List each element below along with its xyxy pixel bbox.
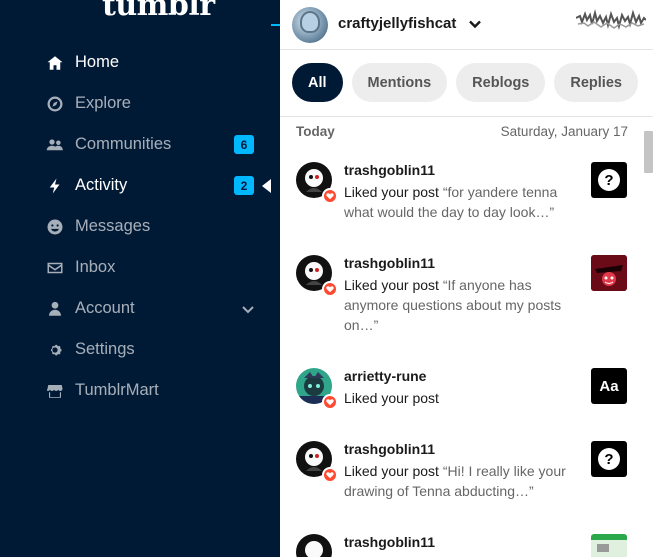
divider <box>280 116 653 117</box>
notification-text: Liked your post “for yandere tenna what … <box>344 182 574 222</box>
blog-selector-name[interactable]: craftyjellyfishcat <box>338 15 456 32</box>
avatar[interactable] <box>296 534 332 557</box>
activity-panel: craftyjellyfishcat All Mentions Reblogs … <box>280 0 653 557</box>
activity-badge: 2 <box>234 176 254 195</box>
heart-icon <box>322 394 338 410</box>
notification-username[interactable]: trashgoblin11 <box>344 255 435 271</box>
tumblr-app: tumblr Home Explore Communities 6 Activi… <box>0 0 653 557</box>
sidebar-item-label: Home <box>75 53 120 71</box>
gear-icon <box>46 341 64 359</box>
notification-username[interactable]: trashgoblin11 <box>344 162 435 178</box>
blog-header-graphic <box>575 6 647 32</box>
filter-reblogs[interactable]: Reblogs <box>456 63 546 102</box>
post-thumbnail[interactable] <box>591 255 627 291</box>
smiley-icon <box>46 218 64 236</box>
sidebar-item-home[interactable]: Home <box>0 42 271 83</box>
filter-replies[interactable]: Replies <box>554 63 638 102</box>
post-thumbnail[interactable]: ? <box>591 162 627 198</box>
top-accent <box>271 24 280 26</box>
sidebar-item-inbox[interactable]: Inbox <box>0 247 271 288</box>
notification-username[interactable]: trashgoblin11 <box>344 534 435 550</box>
sidebar-item-tumblrmart[interactable]: TumblrMart <box>0 370 271 411</box>
notification-username[interactable]: trashgoblin11 <box>344 441 435 457</box>
person-icon <box>46 300 64 318</box>
date-label: Saturday, January 17 <box>500 124 628 139</box>
day-label: Today <box>296 124 335 139</box>
sidebar-item-label: Settings <box>75 340 135 358</box>
text-aa-icon: Aa <box>599 377 619 395</box>
sidebar-nav: Home Explore Communities 6 Activity 2 Me… <box>0 42 271 411</box>
compass-icon <box>46 95 64 113</box>
filter-mentions[interactable]: Mentions <box>351 63 448 102</box>
sidebar-item-label: Inbox <box>75 258 116 276</box>
heart-icon <box>322 467 338 483</box>
sidebar-item-label: Activity <box>75 176 128 194</box>
sidebar-item-settings[interactable]: Settings <box>0 329 271 370</box>
scrollbar-thumb[interactable] <box>644 131 653 173</box>
people-icon <box>46 136 64 154</box>
notification-username[interactable]: arrietty-rune <box>344 368 426 384</box>
sidebar-item-label: Account <box>75 299 135 317</box>
post-thumbnail[interactable]: Aa <box>591 368 627 404</box>
lightning-icon <box>46 177 64 195</box>
sidebar-item-activity[interactable]: Activity 2 <box>0 165 271 206</box>
sidebar-item-label: Explore <box>75 94 131 112</box>
notification-action: Liked your post <box>344 463 439 479</box>
notification-text: Liked your post <box>344 388 574 408</box>
notification-text: Liked your post “Hi! I really like your … <box>344 461 574 501</box>
blog-avatar[interactable] <box>292 7 328 43</box>
active-indicator <box>262 178 271 193</box>
sidebar-item-account[interactable]: Account <box>0 288 271 329</box>
sidebar-item-label: Messages <box>75 217 151 235</box>
sidebar-item-label: TumblrMart <box>75 381 159 399</box>
activity-header: craftyjellyfishcat <box>280 0 653 50</box>
post-thumbnail[interactable]: ? <box>591 441 627 477</box>
notification-action: Liked your post <box>344 277 439 293</box>
post-thumbnail[interactable] <box>591 534 627 557</box>
question-icon: ? <box>598 169 620 191</box>
chevron-down-icon[interactable] <box>240 301 256 317</box>
sidebar-item-explore[interactable]: Explore <box>0 83 271 124</box>
sidebar: tumblr Home Explore Communities 6 Activi… <box>0 0 271 557</box>
activity-filters: All Mentions Reblogs Replies <box>292 63 638 102</box>
heart-icon <box>322 281 338 297</box>
notification-action: Liked your post <box>344 390 439 406</box>
filter-all[interactable]: All <box>292 63 343 102</box>
tumblr-logo[interactable]: tumblr <box>102 0 215 23</box>
sidebar-item-communities[interactable]: Communities 6 <box>0 124 271 165</box>
notification-action: Liked your post <box>344 184 439 200</box>
communities-badge: 6 <box>234 135 254 154</box>
store-icon <box>46 382 64 400</box>
question-icon: ? <box>598 448 620 470</box>
day-header: Today Saturday, January 17 <box>296 124 628 139</box>
heart-icon <box>322 188 338 204</box>
sidebar-item-label: Communities <box>75 135 172 153</box>
notification-text: Liked your post “If anyone has anymore q… <box>344 275 574 335</box>
sidebar-item-messages[interactable]: Messages <box>0 206 271 247</box>
envelope-icon <box>46 259 64 277</box>
chevron-down-icon[interactable] <box>468 17 482 31</box>
home-icon <box>46 54 64 72</box>
